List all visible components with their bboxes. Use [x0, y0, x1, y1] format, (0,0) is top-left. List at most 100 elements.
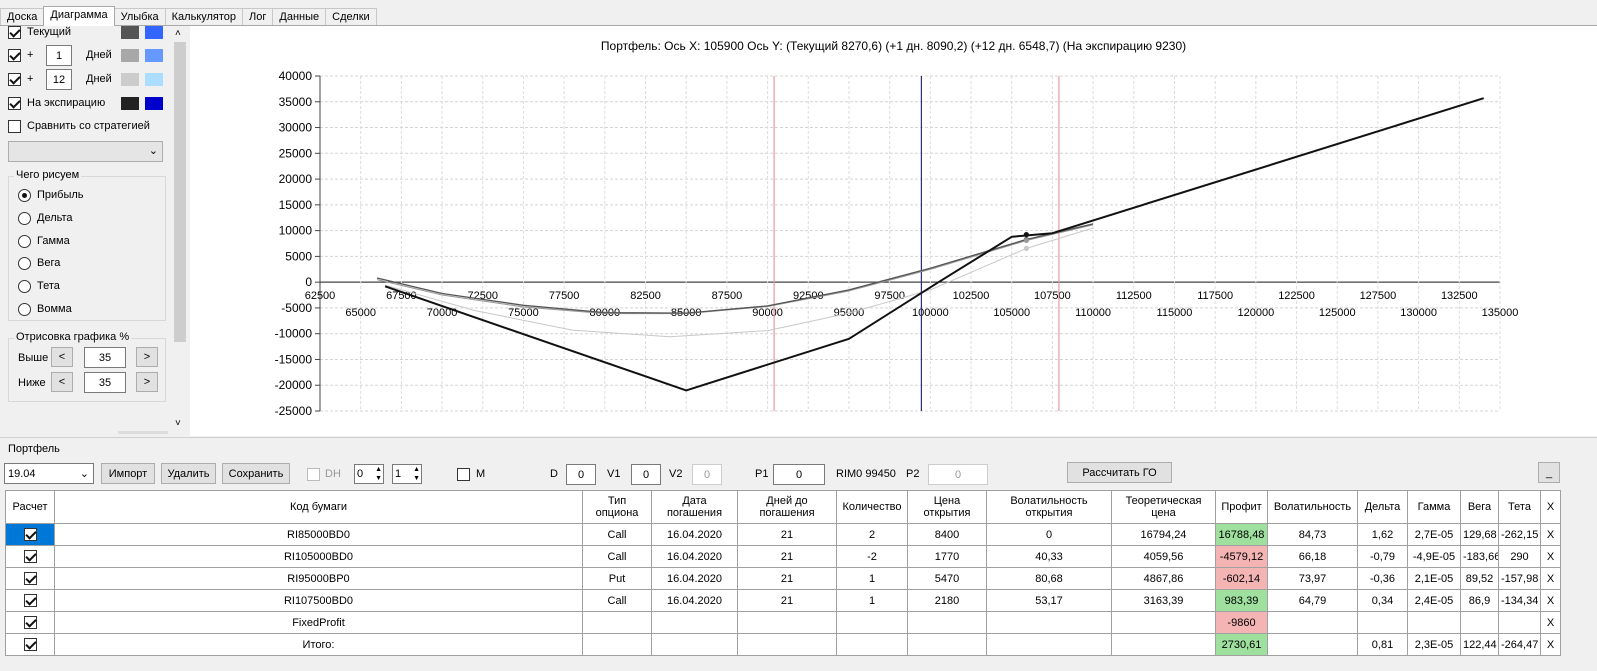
- col-days[interactable]: Дней до погашения: [737, 490, 837, 524]
- tab-log[interactable]: Лог: [242, 8, 274, 26]
- remove-row-button[interactable]: X: [1540, 523, 1561, 546]
- cell-qty[interactable]: -2: [836, 545, 908, 568]
- cell-vol-open[interactable]: [986, 611, 1112, 634]
- cell-delta[interactable]: 0,81: [1357, 633, 1408, 656]
- cell-date[interactable]: [651, 611, 738, 634]
- cell-code[interactable]: RI95000BP0: [54, 567, 583, 590]
- col-vega[interactable]: Вега: [1460, 490, 1499, 524]
- cell-theor[interactable]: [1111, 611, 1216, 634]
- cell-theta[interactable]: [1498, 611, 1541, 634]
- remove-row-button[interactable]: X: [1540, 633, 1561, 656]
- tab-smile[interactable]: Улыбка: [113, 8, 166, 26]
- v2-input[interactable]: 0: [692, 464, 722, 485]
- cell-theor[interactable]: 4059,56: [1111, 545, 1216, 568]
- col-open[interactable]: Цена открытия: [907, 490, 987, 524]
- row-calc-checkbox-cell[interactable]: [5, 633, 55, 656]
- col-calc[interactable]: Расчет: [5, 490, 55, 524]
- cell-delta[interactable]: [1357, 611, 1408, 634]
- table-row[interactable]: RI85000BD0 Call 16.04.2020 21 2 8400 0 16794,24…: [5, 523, 1561, 546]
- compare-strategy-checkbox[interactable]: [8, 120, 21, 133]
- cell-delta[interactable]: 0,34: [1357, 589, 1408, 612]
- cell-qty[interactable]: 1: [836, 567, 908, 590]
- cell-days[interactable]: 21: [737, 545, 837, 568]
- cell-days[interactable]: [737, 633, 837, 656]
- remove-row-button[interactable]: X: [1540, 611, 1561, 634]
- cell-vega[interactable]: 129,68: [1460, 523, 1499, 546]
- expiry-color-swatch-2[interactable]: [145, 97, 163, 110]
- days1-color-swatch-2[interactable]: [145, 49, 163, 62]
- cell-vol-open[interactable]: 40,33: [986, 545, 1112, 568]
- expiry-color-swatch[interactable]: [121, 97, 139, 110]
- current-color-swatch[interactable]: [121, 26, 139, 39]
- series-line-0[interactable]: [384, 97, 1484, 392]
- days2-color-swatch[interactable]: [121, 73, 139, 86]
- cell-vega[interactable]: 122,44: [1460, 633, 1499, 656]
- cell-profit[interactable]: -602,14: [1215, 567, 1268, 590]
- cell-theta[interactable]: -262,15: [1498, 523, 1541, 546]
- p2-input[interactable]: 0: [928, 464, 988, 485]
- col-date[interactable]: Дата погашения: [651, 490, 738, 524]
- cell-open[interactable]: 5470: [907, 567, 987, 590]
- strategy-dropdown[interactable]: ⌄: [8, 141, 163, 162]
- cell-gamma[interactable]: 2,7E-05: [1407, 523, 1461, 546]
- col-qty[interactable]: Количество: [836, 490, 908, 524]
- plus12-checkbox[interactable]: [8, 73, 21, 86]
- cell-theor[interactable]: 16794,24: [1111, 523, 1216, 546]
- cell-profit[interactable]: 2730,61: [1215, 633, 1268, 656]
- cell-vega[interactable]: 86,9: [1460, 589, 1499, 612]
- plus1-checkbox[interactable]: [8, 49, 21, 62]
- cell-profit[interactable]: 16788,48: [1215, 523, 1268, 546]
- cell-theta[interactable]: 290: [1498, 545, 1541, 568]
- radio-theta[interactable]: [18, 280, 31, 293]
- cell-theor[interactable]: 3163,39: [1111, 589, 1216, 612]
- col-code[interactable]: Код бумаги: [54, 490, 583, 524]
- cell-gamma[interactable]: 2,4E-05: [1407, 589, 1461, 612]
- cell-theta[interactable]: -134,34: [1498, 589, 1541, 612]
- cell-days[interactable]: 21: [737, 589, 837, 612]
- col-delta[interactable]: Дельта: [1357, 490, 1408, 524]
- row-calc-checkbox-cell[interactable]: [5, 611, 55, 634]
- cell-type[interactable]: Call: [582, 523, 652, 546]
- left-panel-scrollbar[interactable]: ˄ ˅: [172, 26, 188, 434]
- tab-diagram[interactable]: Диаграмма: [43, 6, 115, 26]
- cell-type[interactable]: [582, 633, 652, 656]
- below-increase-button[interactable]: >: [136, 372, 158, 392]
- table-row[interactable]: Итого: 2730,61 0,81 2,3E-05 122,44 -264,47 X: [5, 633, 1561, 656]
- cell-theor[interactable]: 4867,86: [1111, 567, 1216, 590]
- cell-vol-open[interactable]: 53,17: [986, 589, 1112, 612]
- days2-input[interactable]: 12: [46, 69, 72, 90]
- cell-profit[interactable]: -9860: [1215, 611, 1268, 634]
- row-calc-checkbox[interactable]: [23, 550, 37, 563]
- scroll-thumb[interactable]: [174, 42, 186, 342]
- spinner-arrows-icon[interactable]: ▲ ▼: [413, 465, 420, 483]
- tab-data[interactable]: Данные: [272, 8, 327, 26]
- cell-code[interactable]: RI107500BD0: [54, 589, 583, 612]
- cell-vega[interactable]: -183,66: [1460, 545, 1499, 568]
- cell-delta[interactable]: -0,36: [1357, 567, 1408, 590]
- calc-go-button[interactable]: Рассчитать ГО: [1067, 462, 1172, 483]
- row-calc-checkbox-cell[interactable]: [5, 567, 55, 590]
- cell-profit[interactable]: -4579,12: [1215, 545, 1268, 568]
- cell-gamma[interactable]: 2,3E-05: [1407, 633, 1461, 656]
- cell-vol[interactable]: 84,73: [1267, 523, 1358, 546]
- dh-spinner-2[interactable]: 1 ▲ ▼: [392, 464, 422, 484]
- cell-vol[interactable]: [1267, 611, 1358, 634]
- row-calc-checkbox[interactable]: [23, 594, 37, 607]
- cell-delta[interactable]: -0,79: [1357, 545, 1408, 568]
- remove-row-button[interactable]: X: [1540, 545, 1561, 568]
- cell-open[interactable]: 1770: [907, 545, 987, 568]
- payoff-chart-area[interactable]: Портфель: Ось X: 105900 Ось Y: (Текущий …: [190, 26, 1597, 436]
- cell-vol[interactable]: 66,18: [1267, 545, 1358, 568]
- cell-date[interactable]: 16.04.2020: [651, 567, 738, 590]
- save-button[interactable]: Сохранить: [222, 463, 290, 484]
- delete-button[interactable]: Удалить: [161, 463, 216, 484]
- current-checkbox[interactable]: [8, 26, 21, 39]
- cell-theta[interactable]: -264,47: [1498, 633, 1541, 656]
- m-checkbox[interactable]: [457, 468, 470, 481]
- cell-date[interactable]: 16.04.2020: [651, 545, 738, 568]
- remove-row-button[interactable]: X: [1540, 589, 1561, 612]
- cell-type[interactable]: Call: [582, 545, 652, 568]
- cell-date[interactable]: 16.04.2020: [651, 523, 738, 546]
- cell-vol[interactable]: 73,97: [1267, 567, 1358, 590]
- below-value-input[interactable]: 35: [84, 372, 126, 393]
